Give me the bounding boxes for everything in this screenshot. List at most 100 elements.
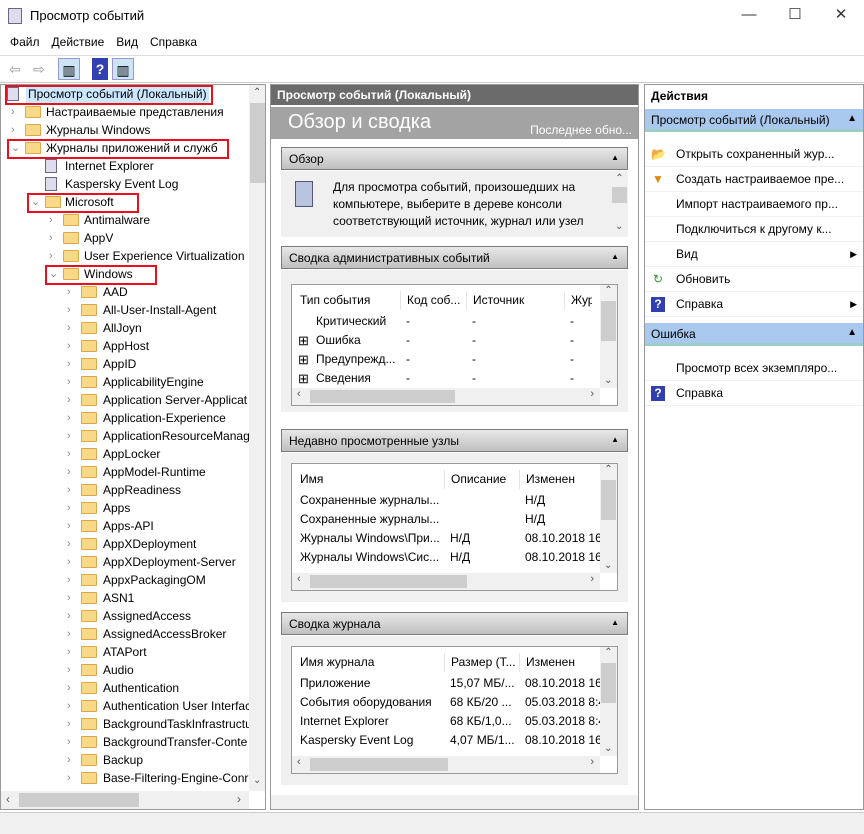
horizontal-scrollbar[interactable]: ‹ › [292, 756, 600, 773]
action-item[interactable]: Просмотр всех экземпляро... [645, 356, 863, 381]
column-header[interactable]: Изменен [519, 653, 592, 672]
chevron-right-icon[interactable]: › [67, 337, 77, 355]
tree-item[interactable]: › AppModel-Runtime [1, 463, 249, 481]
tree-item[interactable]: › Настраиваемые представления [1, 103, 249, 121]
horizontal-scrollbar[interactable]: ‹ › [292, 573, 600, 590]
column-header[interactable]: Имя журнала [300, 653, 446, 672]
column-header[interactable]: Журн [564, 291, 592, 310]
tree-item[interactable]: › AppReadiness [1, 481, 249, 499]
tree-item[interactable]: › AppxPackagingOM [1, 571, 249, 589]
expand-icon[interactable]: ⊞ [298, 331, 309, 350]
overview-scrollbar[interactable]: ⌃ ⌄ [611, 171, 628, 237]
tree-item[interactable]: › All-User-Install-Agent [1, 301, 249, 319]
tree-item[interactable]: › AAD [1, 283, 249, 301]
tree-item[interactable]: › Base-Filtering-Engine-Conr [1, 769, 249, 787]
tree-item[interactable]: › Apps-API [1, 517, 249, 535]
chevron-right-icon[interactable]: › [49, 211, 59, 229]
chevron-right-icon[interactable]: › [67, 481, 77, 499]
tree-item[interactable]: Internet Explorer [1, 157, 249, 175]
tree-vertical-scrollbar[interactable]: ⌃ ⌄ [249, 85, 265, 791]
chevron-right-icon[interactable]: › [49, 229, 59, 247]
tree-item[interactable]: › AppXDeployment [1, 535, 249, 553]
help-button[interactable]: ? [92, 58, 108, 80]
vertical-scrollbar[interactable]: ⌃ ⌄ [600, 285, 617, 388]
menu-view[interactable]: Вид [110, 32, 144, 49]
tree-item[interactable]: › BackgroundTransfer-Conte [1, 733, 249, 751]
chevron-right-icon[interactable]: › [49, 247, 59, 265]
chevron-right-icon[interactable]: › [67, 355, 77, 373]
chevron-right-icon[interactable]: › [11, 121, 21, 139]
chevron-right-icon[interactable]: › [67, 607, 77, 625]
action-item[interactable]: Справка? [645, 381, 863, 406]
chevron-right-icon[interactable]: › [67, 409, 77, 427]
chevron-right-icon[interactable]: › [67, 373, 77, 391]
expand-icon[interactable]: ⊞ [298, 350, 309, 369]
column-header[interactable]: Размер (Т... [444, 653, 515, 672]
close-button[interactable]: ✕ [818, 0, 864, 32]
chevron-right-icon[interactable]: › [67, 679, 77, 697]
menu-file[interactable]: Файл [0, 32, 46, 49]
column-header[interactable]: Источник [466, 291, 560, 310]
action-item[interactable]: Создать настраиваемое пре... ▼ [645, 167, 863, 192]
tree-item[interactable]: › AppV [1, 229, 249, 247]
action-item[interactable]: Открыть сохраненный жур... 📂 [645, 142, 863, 167]
tree-item[interactable]: › Authentication User Interfac [1, 697, 251, 715]
overview-section-header[interactable]: Обзор ▲ [281, 147, 628, 170]
tree-item[interactable]: › AssignedAccess [1, 607, 249, 625]
collapse-icon[interactable]: ▲ [847, 327, 857, 338]
tree-item[interactable]: › AppHost [1, 337, 249, 355]
minimize-button[interactable]: — [726, 0, 772, 32]
column-header[interactable]: Изменен [519, 470, 592, 489]
tree-item[interactable]: › Antimalware [1, 211, 249, 229]
tree-item[interactable]: › ApplicationResourceManag [1, 427, 250, 445]
chevron-right-icon[interactable]: › [11, 103, 21, 121]
action-group-header[interactable]: Просмотр событий (Локальный) ▲ [645, 109, 863, 132]
chevron-right-icon[interactable]: › [67, 625, 77, 643]
admin-summary-section-header[interactable]: Сводка административных событий ▲ [281, 246, 628, 269]
tree-item[interactable]: › ApplicabilityEngine [1, 373, 249, 391]
column-header[interactable]: Код соб... [400, 291, 462, 310]
column-header[interactable]: Описание [444, 470, 515, 489]
horizontal-scrollbar[interactable]: ‹ › [292, 388, 600, 405]
tree-item[interactable]: › AllJoyn [1, 319, 249, 337]
tree-item[interactable]: › AppID [1, 355, 249, 373]
action-item[interactable]: Справка? ▶ [645, 292, 863, 317]
chevron-right-icon[interactable]: › [67, 445, 77, 463]
chevron-right-icon[interactable]: › [67, 283, 77, 301]
column-header[interactable]: Тип события [300, 291, 402, 310]
tree-item[interactable]: › Apps [1, 499, 249, 517]
tree-item[interactable]: › Authentication [1, 679, 249, 697]
tree-item[interactable]: › BackgroundTaskInfrastructu [1, 715, 252, 733]
tree-item[interactable]: ⌄ Windows [1, 265, 249, 285]
tree-item[interactable]: ⌄ Microsoft [1, 193, 249, 213]
chevron-right-icon[interactable]: › [67, 589, 77, 607]
tree-item[interactable]: ⌄ Журналы приложений и служб [1, 139, 249, 159]
tree-item[interactable]: › Application Server-Applicat [1, 391, 249, 409]
chevron-right-icon[interactable]: › [67, 733, 77, 751]
show-hide-tree-button[interactable]: ▥ [58, 58, 80, 80]
recent-nodes-section-header[interactable]: Недавно просмотренные узлы ▲ [281, 429, 628, 452]
chevron-right-icon[interactable]: › [67, 463, 77, 481]
tree-item[interactable]: › Application-Experience [1, 409, 249, 427]
menu-help[interactable]: Справка [144, 32, 203, 49]
menu-action[interactable]: Действие [46, 32, 111, 49]
chevron-right-icon[interactable]: › [67, 661, 77, 679]
tree-item[interactable]: Просмотр событий (Локальный) [1, 85, 249, 105]
tree-item[interactable]: › User Experience Virtualization [1, 247, 249, 265]
tree-item[interactable]: Kaspersky Event Log [1, 175, 249, 193]
chevron-right-icon[interactable]: › [67, 643, 77, 661]
action-item[interactable]: Вид ▶ [645, 242, 863, 267]
log-summary-section-header[interactable]: Сводка журнала ▲ [281, 612, 628, 635]
chevron-right-icon[interactable]: › [67, 517, 77, 535]
chevron-right-icon[interactable]: › [67, 751, 77, 769]
chevron-right-icon[interactable]: › [67, 553, 77, 571]
tree-item[interactable]: › Audio [1, 661, 249, 679]
expand-icon[interactable]: ⊞ [298, 369, 309, 388]
chevron-right-icon[interactable]: › [67, 427, 77, 445]
tree-item[interactable]: › Backup [1, 751, 249, 769]
chevron-right-icon[interactable]: › [67, 319, 77, 337]
chevron-right-icon[interactable]: › [67, 535, 77, 553]
chevron-right-icon[interactable]: › [67, 715, 77, 733]
chevron-right-icon[interactable]: › [67, 571, 77, 589]
tree-item[interactable]: › AppXDeployment-Server [1, 553, 249, 571]
